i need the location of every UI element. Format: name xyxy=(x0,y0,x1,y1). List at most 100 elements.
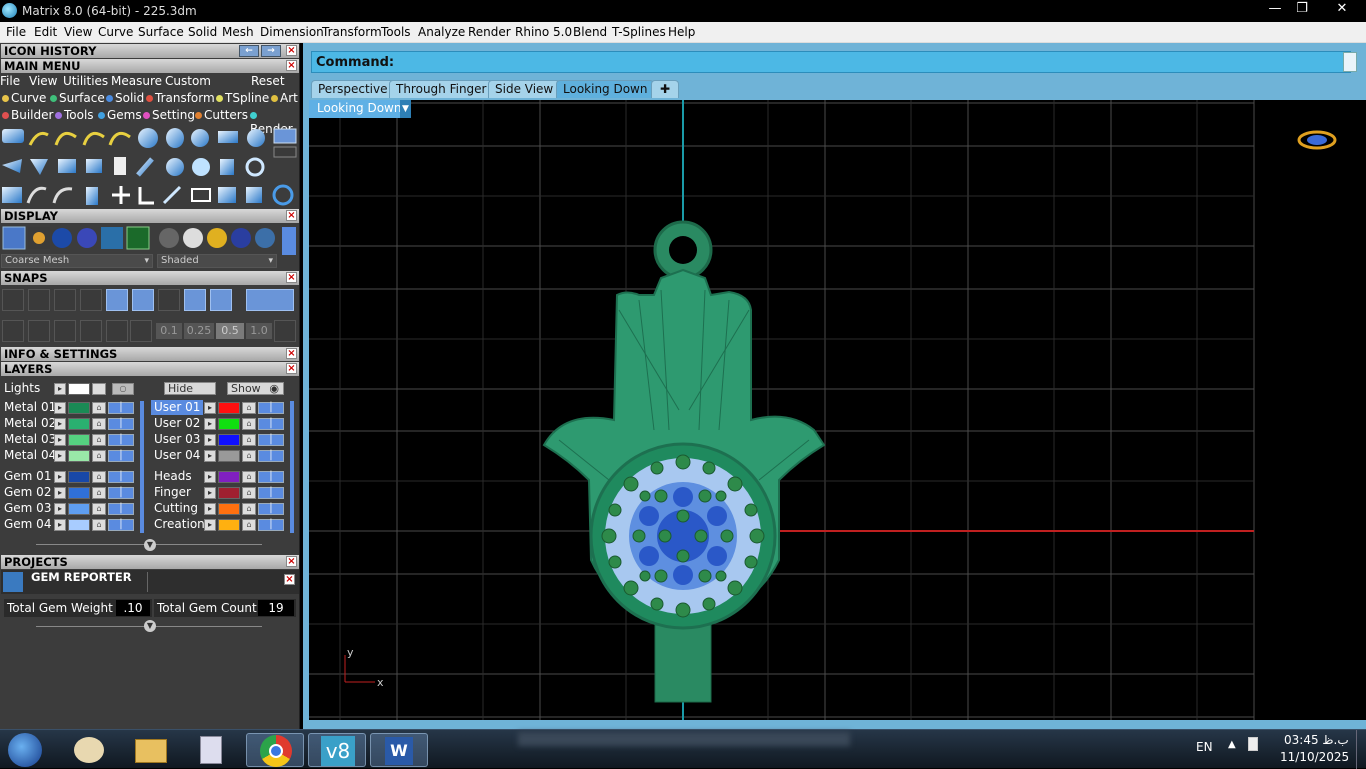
collapse-layers-icon[interactable]: ▼ xyxy=(144,539,156,551)
battery-icon[interactable] xyxy=(1248,737,1258,751)
mm-tspline[interactable]: TSpline xyxy=(216,91,269,105)
menu-edit[interactable]: Edit xyxy=(34,25,57,39)
mm-view[interactable]: View xyxy=(29,74,57,88)
mm-cutters[interactable]: Cutters xyxy=(195,108,248,122)
mm-measure[interactable]: Measure xyxy=(111,74,162,88)
menu-blend[interactable]: Blend xyxy=(573,25,607,39)
layers-scroll-right[interactable] xyxy=(290,401,294,533)
visibility-toggle-icon[interactable]: │ xyxy=(258,487,284,499)
layer-row[interactable]: User 04 ▸ ⌂ │ xyxy=(150,448,290,463)
layer-name[interactable]: Metal 04 xyxy=(4,448,56,463)
layer-row[interactable]: Metal 02 ▸ ⌂ │ xyxy=(0,416,140,431)
layer-expand-icon[interactable]: ▸ xyxy=(204,471,216,483)
viewport-canvas[interactable]: y x xyxy=(309,100,1366,720)
layer-color-swatch[interactable] xyxy=(218,402,240,414)
show-desktop-button[interactable] xyxy=(1356,730,1364,769)
layer-row[interactable]: Metal 03 ▸ ⌂ │ xyxy=(0,432,140,447)
layer-expand-icon[interactable]: ▸ xyxy=(204,418,216,430)
layer-expand-icon[interactable]: ▸ xyxy=(54,402,66,414)
lock-icon[interactable]: ⌂ xyxy=(92,450,106,462)
layer-name[interactable]: Gem 02 xyxy=(4,485,51,500)
lock-icon[interactable]: ⌂ xyxy=(242,434,256,446)
menu-tools[interactable]: Tools xyxy=(381,25,411,39)
layer-expand-icon[interactable]: ▸ xyxy=(54,471,66,483)
taskbar-chrome-icon[interactable] xyxy=(246,733,304,767)
tray-up-arrow-icon[interactable]: ▲ xyxy=(1228,739,1236,750)
history-forward-icon[interactable]: → xyxy=(261,45,281,57)
tab-looking-down[interactable]: Looking Down xyxy=(556,80,655,98)
history-back-icon[interactable]: ← xyxy=(239,45,259,57)
taskbar-matrix-icon[interactable]: v8 xyxy=(308,733,366,767)
menu-tsplines[interactable]: T-Splines xyxy=(612,25,666,39)
layer-color-swatch[interactable] xyxy=(218,487,240,499)
command-input[interactable] xyxy=(386,54,1336,70)
visibility-toggle-icon[interactable]: │ xyxy=(108,471,134,483)
layer-color-swatch[interactable] xyxy=(218,503,240,515)
close-button[interactable]: ✕ xyxy=(1326,0,1358,18)
mesh-quality-dropdown[interactable]: Coarse Mesh xyxy=(1,254,153,268)
layer-expand-icon[interactable]: ▸ xyxy=(204,402,216,414)
layer-color-swatch[interactable] xyxy=(68,519,90,531)
viewport-looking-down[interactable]: y x Looking Down ▼ xyxy=(309,100,1366,720)
snap-int-icon[interactable] xyxy=(132,289,154,311)
layer-row[interactable]: User 01 ▸ ⌂ │ xyxy=(150,400,290,415)
layer-row[interactable]: Heads ▸ ⌂ │ xyxy=(150,469,290,484)
layer-color-swatch[interactable] xyxy=(68,471,90,483)
layer-row[interactable]: User 03 ▸ ⌂ │ xyxy=(150,432,290,447)
lock-icon[interactable]: ⌂ xyxy=(242,450,256,462)
layer-color-swatch[interactable] xyxy=(218,434,240,446)
mm-curve[interactable]: Curve xyxy=(2,91,46,105)
visibility-toggle-icon[interactable]: │ xyxy=(258,450,284,462)
layer-expand-icon[interactable]: ▸ xyxy=(204,434,216,446)
lock-icon[interactable]: ⌂ xyxy=(92,418,106,430)
box-icon[interactable] xyxy=(28,320,50,342)
layer-name[interactable]: Gem 03 xyxy=(4,501,51,516)
lock-icon[interactable]: ⌂ xyxy=(242,519,256,531)
snap-quad-icon[interactable] xyxy=(210,289,232,311)
close-icon[interactable]: × xyxy=(286,210,297,221)
layer-row[interactable]: Finger ▸ ⌂ │ xyxy=(150,485,290,500)
lock-icon[interactable]: ⌂ xyxy=(92,402,106,414)
visibility-toggle-icon[interactable]: │ xyxy=(108,487,134,499)
tab-side-view[interactable]: Side View xyxy=(488,80,561,98)
visibility-toggle-icon[interactable]: │ xyxy=(258,402,284,414)
layer-color-swatch[interactable] xyxy=(68,503,90,515)
layer-row[interactable]: Cutting ▸ ⌂ │ xyxy=(150,501,290,516)
mm-utilities[interactable]: Utilities xyxy=(63,74,108,88)
language-indicator[interactable]: EN xyxy=(1196,740,1213,754)
mm-reset[interactable]: Reset xyxy=(251,74,285,88)
layer-name[interactable]: Cutting xyxy=(154,501,198,516)
mm-custom[interactable]: Custom xyxy=(165,74,211,88)
snap-0.5[interactable]: 0.5 xyxy=(216,323,244,339)
taskbar-paint-icon[interactable] xyxy=(62,733,120,767)
snap-tan-icon[interactable] xyxy=(184,289,206,311)
snap-0.1[interactable]: 0.1 xyxy=(156,323,182,339)
layer-expand-icon[interactable]: ▸ xyxy=(54,503,66,515)
menu-solid[interactable]: Solid xyxy=(188,25,217,39)
lock-icon[interactable]: ⌂ xyxy=(92,434,106,446)
snap-near-icon[interactable] xyxy=(28,289,50,311)
close-icon[interactable]: × xyxy=(286,556,297,567)
layer-expand-icon[interactable]: ▸ xyxy=(54,434,66,446)
layer-color-swatch[interactable] xyxy=(218,450,240,462)
visibility-toggle-icon[interactable]: │ xyxy=(258,471,284,483)
clock-date[interactable]: 11/10/2025 xyxy=(1280,750,1349,764)
snap-end-icon[interactable] xyxy=(2,289,24,311)
start-button[interactable] xyxy=(0,733,52,767)
layers-scroll-left[interactable] xyxy=(140,401,144,533)
grid-snap-icon[interactable] xyxy=(80,320,102,342)
layer-name[interactable]: Metal 02 xyxy=(4,416,56,431)
restore-button[interactable]: ❐ xyxy=(1289,0,1315,18)
visibility-toggle-icon[interactable]: │ xyxy=(108,503,134,515)
layer-row[interactable]: User 02 ▸ ⌂ │ xyxy=(150,416,290,431)
mm-builder[interactable]: Builder xyxy=(2,108,53,122)
close-icon[interactable]: × xyxy=(286,363,297,374)
layer-row[interactable]: Gem 01 ▸ ⌂ │ xyxy=(0,469,140,484)
layer-color-swatch[interactable] xyxy=(218,519,240,531)
mm-solid[interactable]: Solid xyxy=(106,91,144,105)
layer-name[interactable]: Finger xyxy=(154,485,191,500)
mm-transform[interactable]: Transform xyxy=(146,91,215,105)
taskbar-calculator-icon[interactable] xyxy=(182,733,240,767)
layer-expand-icon[interactable]: ▸ xyxy=(54,418,66,430)
menu-analyze[interactable]: Analyze xyxy=(418,25,465,39)
